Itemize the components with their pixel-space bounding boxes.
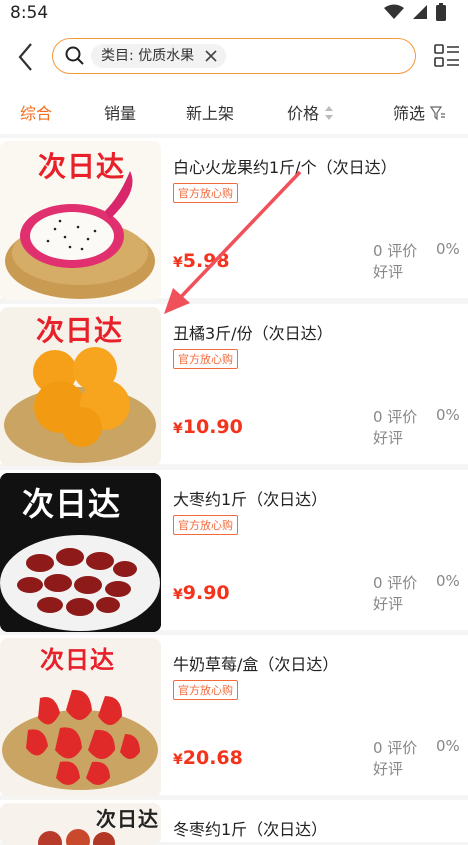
official-badge: 官方放心购 xyxy=(173,349,238,369)
official-badge: 官方放心购 xyxy=(173,515,238,535)
next-day-tag: 次日达 xyxy=(38,150,126,183)
positive-rate: 0% xyxy=(436,406,460,424)
positive-rate: 0% xyxy=(436,572,460,590)
product-title[interactable]: 白心火龙果约1斤/个（次日达） xyxy=(173,154,397,178)
search-box[interactable]: 类目: 优质水果 xyxy=(52,38,416,74)
sort-filter-bar: 综合 销量 新上架 价格 筛选 xyxy=(0,88,468,134)
price-value: 5.98 xyxy=(182,250,230,272)
rate-label: 好评 xyxy=(373,595,404,613)
tab-price-label: 价格 xyxy=(287,104,320,123)
close-icon[interactable] xyxy=(204,49,218,63)
next-day-tag: 次日达 xyxy=(22,485,122,523)
official-badge: 官方放心购 xyxy=(173,680,238,700)
product-card[interactable]: 次日达 大枣约1斤（次日达） 官方放心购 ¥9.90 0 评价好评 0% xyxy=(0,470,468,632)
review-text: 0 评价 xyxy=(373,739,418,757)
positive-rate: 0% xyxy=(436,240,460,258)
next-day-tag: 次日达 xyxy=(36,314,124,347)
product-card[interactable]: 次日达 丑橘3斤/份（次日达） 官方放心购 ¥10.90 0 评价好评 0% xyxy=(0,304,468,466)
review-text: 0 评价 xyxy=(373,408,418,426)
product-price: ¥9.90 xyxy=(173,582,230,604)
list-layout-icon[interactable] xyxy=(434,44,460,68)
product-title[interactable]: 大枣约1斤（次日达） xyxy=(173,486,327,510)
sort-icon xyxy=(325,106,334,120)
back-arrow-icon[interactable] xyxy=(14,40,38,74)
product-price: ¥5.98 xyxy=(173,250,230,272)
product-image[interactable]: 次日达 xyxy=(0,307,161,466)
official-badge: 官方放心购 xyxy=(173,183,238,203)
rate-label: 好评 xyxy=(373,263,404,281)
product-image[interactable]: 次日达 xyxy=(0,803,161,845)
tab-sales[interactable]: 销量 xyxy=(104,100,136,124)
product-title[interactable]: 丑橘3斤/份（次日达） xyxy=(173,320,333,344)
next-day-tag: 次日达 xyxy=(96,807,159,831)
price-value: 10.90 xyxy=(182,416,243,438)
category-chip-label: 类目: 优质水果 xyxy=(101,48,195,64)
tab-new-arrivals[interactable]: 新上架 xyxy=(186,100,234,124)
positive-rate: 0% xyxy=(436,737,460,755)
status-icons xyxy=(384,3,446,21)
review-text: 0 评价 xyxy=(373,242,418,260)
battery-icon xyxy=(436,3,446,21)
tab-price[interactable]: 价格 xyxy=(287,100,334,124)
price-value: 9.90 xyxy=(182,582,230,604)
review-count: 0 评价好评 xyxy=(373,572,417,614)
product-card[interactable]: 次日达 冬枣约1斤（次日达） xyxy=(0,800,468,845)
review-count: 0 评价好评 xyxy=(373,406,417,448)
product-image[interactable]: 次日达 xyxy=(0,473,161,632)
search-header: 类目: 优质水果 xyxy=(0,26,468,88)
review-text: 0 评价 xyxy=(373,574,418,592)
rate-label: 好评 xyxy=(373,429,404,447)
product-price: ¥10.90 xyxy=(173,416,243,438)
wifi-icon xyxy=(384,4,404,19)
tab-filter-label: 筛选 xyxy=(393,104,426,123)
signal-icon xyxy=(413,5,427,19)
rate-label: 好评 xyxy=(373,760,404,778)
clock: 8:54 xyxy=(10,3,49,23)
product-image[interactable]: 次日达 xyxy=(0,141,161,300)
tab-filter[interactable]: 筛选 xyxy=(393,100,446,124)
product-price: ¥20.68 xyxy=(173,747,243,769)
product-card[interactable]: 次日达 白心火龙果约1斤/个（次日达） 官方放心购 ¥5.98 0 评价好评 0… xyxy=(0,138,468,300)
product-title[interactable]: 牛奶草莓/盒（次日达） xyxy=(173,651,338,675)
price-value: 20.68 xyxy=(182,747,243,769)
product-card[interactable]: 次日达 牛奶草莓/盒（次日达） 官方放心购 ¥20.68 0 评价好评 0% xyxy=(0,635,468,797)
next-day-tag: 次日达 xyxy=(40,646,115,674)
review-count: 0 评价好评 xyxy=(373,240,417,282)
filter-icon xyxy=(429,106,446,121)
review-count: 0 评价好评 xyxy=(373,737,417,779)
category-chip[interactable]: 类目: 优质水果 xyxy=(91,44,227,68)
status-bar: 8:54 xyxy=(0,0,468,26)
tab-comprehensive[interactable]: 综合 xyxy=(20,100,52,124)
product-title[interactable]: 冬枣约1斤（次日达） xyxy=(173,816,327,840)
product-image[interactable]: 次日达 xyxy=(0,638,161,797)
search-icon xyxy=(65,46,84,65)
